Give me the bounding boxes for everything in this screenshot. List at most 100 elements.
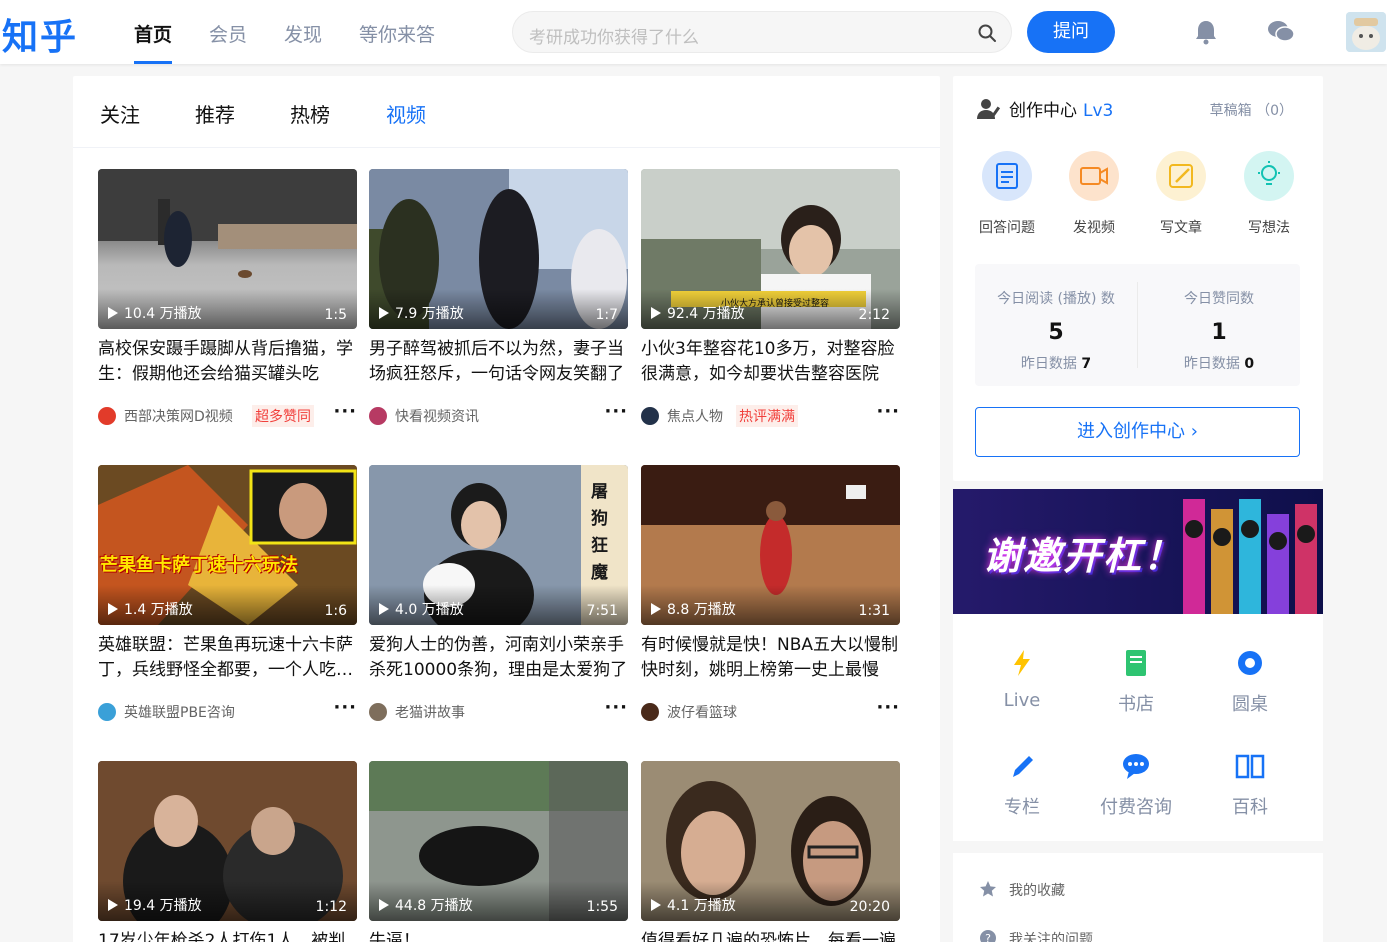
quick-link-bookstore[interactable]: 书店 bbox=[1076, 646, 1196, 716]
star-icon bbox=[980, 881, 996, 897]
search-icon[interactable] bbox=[977, 23, 997, 43]
quick-link-roundtable[interactable]: 圆桌 bbox=[1190, 646, 1310, 716]
link-label: 我关注的问题 bbox=[1009, 932, 1093, 942]
chat-bubble-icon bbox=[1123, 754, 1149, 779]
video-thumbnail[interactable]: 19.4 万播放 1:12 bbox=[98, 761, 357, 921]
more-options-icon[interactable]: ··· bbox=[604, 697, 628, 718]
svg-text:?: ? bbox=[985, 932, 991, 942]
bell-icon[interactable] bbox=[1191, 17, 1221, 47]
messages-icon[interactable] bbox=[1266, 17, 1296, 47]
author-name[interactable]: 英雄联盟PBE咨询 bbox=[124, 702, 235, 722]
enter-creator-center-button[interactable]: 进入创作中心 › bbox=[975, 407, 1300, 457]
nav-discover[interactable]: 发现 bbox=[284, 20, 322, 64]
top-header: 知乎 首页 会员 发现 等你来答 考研成功你获得了什么 提问 bbox=[0, 0, 1387, 64]
quick-link-paid-consult[interactable]: 付费咨询 bbox=[1076, 749, 1196, 819]
nav-home[interactable]: 首页 bbox=[134, 20, 173, 64]
more-options-icon[interactable]: ··· bbox=[876, 697, 900, 718]
video-title[interactable]: 小伙3年整容花10多万，对整容脸很满意，如今却要状告整容医院 bbox=[641, 337, 900, 387]
quick-link-column[interactable]: 专栏 bbox=[962, 749, 1082, 819]
book-icon bbox=[1126, 650, 1146, 676]
video-duration: 2:12 bbox=[858, 307, 890, 323]
more-options-icon[interactable]: ··· bbox=[604, 401, 628, 422]
video-thumbnail[interactable]: 7.9 万播放 1:7 bbox=[369, 169, 628, 329]
video-thumbnail[interactable]: 芒果鱼卡萨丁速十六玩法 1.4 万播放 1:6 bbox=[98, 465, 357, 625]
video-title[interactable]: 高校保安蹑手蹑脚从背后撸猫，学生：假期他还会给猫买罐头吃 bbox=[98, 337, 357, 387]
video-thumbnail[interactable]: 小伙大方承认曾接受过整容 92.4 万播放 2:12 bbox=[641, 169, 900, 329]
video-title[interactable]: 17岁少年枪杀2人打伤1人，被判终身监禁 bbox=[98, 929, 357, 942]
stat-today-reads[interactable]: 今日阅读 (播放) 数 5 昨日数据 7 bbox=[975, 288, 1137, 373]
tab-hot[interactable]: 热榜 bbox=[290, 99, 330, 128]
tab-recommend[interactable]: 推荐 bbox=[195, 99, 235, 128]
author-name[interactable]: 焦点人物 bbox=[667, 406, 723, 426]
search-input[interactable]: 考研成功你获得了什么 bbox=[529, 23, 699, 48]
author-name[interactable]: 老猫讲故事 bbox=[395, 702, 465, 722]
play-count: 44.8 万播放 bbox=[395, 898, 473, 914]
more-options-icon[interactable]: ··· bbox=[876, 401, 900, 422]
drafts-link[interactable]: 草稿箱 （0） bbox=[1210, 100, 1293, 120]
tab-follow[interactable]: 关注 bbox=[100, 99, 140, 128]
video-thumbnail[interactable]: 10.4 万播放 1:5 bbox=[98, 169, 357, 329]
author-avatar[interactable] bbox=[641, 407, 659, 425]
author-name[interactable]: 波仔看篮球 bbox=[667, 702, 737, 722]
play-icon bbox=[379, 307, 389, 319]
more-options-icon[interactable]: ··· bbox=[333, 697, 357, 718]
tool-answer[interactable]: 回答问题 bbox=[977, 151, 1037, 237]
feed-card: 关注 推荐 热榜 视频 10.4 万播放 1:5 高校保安蹑手蹑脚从背后撸猫，学… bbox=[73, 76, 940, 942]
question-icon: ? bbox=[980, 930, 996, 942]
my-favorites-link[interactable]: 我的收藏 bbox=[979, 880, 1065, 900]
pen-icon bbox=[1013, 756, 1033, 777]
author-name[interactable]: 快看视频资讯 bbox=[395, 406, 479, 426]
video-duration: 1:31 bbox=[858, 603, 890, 619]
video-title[interactable]: 英雄联盟：芒果鱼再玩速十六卡萨丁，兵线野怪全都要，一个人吃光经济 bbox=[98, 633, 357, 683]
zhihu-logo[interactable]: 知乎 bbox=[2, 8, 78, 60]
quick-link-wiki[interactable]: 百科 bbox=[1190, 749, 1310, 819]
play-icon bbox=[651, 899, 661, 911]
author-avatar[interactable] bbox=[98, 703, 116, 721]
video-title[interactable]: 牛逼！ bbox=[369, 929, 628, 942]
edit-icon bbox=[1169, 164, 1193, 188]
video-thumbnail[interactable]: 4.1 万播放 20:20 bbox=[641, 761, 900, 921]
play-count: 10.4 万播放 bbox=[124, 306, 202, 322]
feed-tabs: 关注 推荐 热榜 视频 bbox=[73, 76, 940, 148]
roundtable-icon bbox=[1238, 651, 1262, 675]
tool-label: 发视频 bbox=[1073, 220, 1115, 236]
my-followed-questions-link[interactable]: ? 我关注的问题 bbox=[979, 929, 1093, 942]
video-title[interactable]: 值得看好几遍的恐怖片，每看一遍都有新发现 bbox=[641, 929, 900, 942]
play-count: 8.8 万播放 bbox=[667, 602, 736, 618]
play-count: 19.4 万播放 bbox=[124, 898, 202, 914]
video-title[interactable]: 有时候慢就是快！NBA五大以慢制快时刻，姚明上榜第一史上最慢 bbox=[641, 633, 900, 683]
creator-center-title[interactable]: 创作中心 Lv3 bbox=[977, 96, 1113, 121]
tab-video[interactable]: 视频 bbox=[386, 99, 426, 128]
nav-waiting-answers[interactable]: 等你来答 bbox=[359, 20, 435, 64]
author-avatar[interactable] bbox=[369, 407, 387, 425]
stat-today-likes[interactable]: 今日赞同数 1 昨日数据 0 bbox=[1138, 288, 1300, 373]
author-avatar[interactable] bbox=[98, 407, 116, 425]
stat-label: 今日阅读 (播放) 数 bbox=[997, 291, 1115, 307]
video-title[interactable]: 男子醉驾被抓后不以为然，妻子当场疯狂怒斥，一句话令网友笑翻了 bbox=[369, 337, 628, 387]
user-avatar[interactable] bbox=[1346, 12, 1386, 52]
stat-value: 1 bbox=[1211, 320, 1227, 345]
author-row: 快看视频资讯 ··· bbox=[369, 401, 628, 426]
video-title[interactable]: 爱狗人士的伪善，河南刘小荣亲手杀死10000条狗，理由是太爱狗了 bbox=[369, 633, 628, 683]
video-camera-icon bbox=[1080, 167, 1108, 185]
status-badge: 超多赞同 bbox=[252, 405, 314, 427]
nav-vip[interactable]: 会员 bbox=[209, 20, 247, 64]
author-row: 英雄联盟PBE咨询 ··· bbox=[98, 697, 357, 722]
tool-video[interactable]: 发视频 bbox=[1064, 151, 1124, 237]
video-duration: 20:20 bbox=[849, 899, 890, 915]
ask-button[interactable]: 提问 bbox=[1027, 11, 1115, 53]
search-box[interactable]: 考研成功你获得了什么 bbox=[512, 11, 1012, 53]
video-thumbnail[interactable]: 屠狗狂魔 4.0 万播放 7:51 bbox=[369, 465, 628, 625]
tool-idea[interactable]: 写想法 bbox=[1239, 151, 1299, 237]
promo-banner[interactable]: 谢邀开杠！ bbox=[953, 489, 1323, 614]
quick-link-live[interactable]: Live bbox=[962, 646, 1082, 711]
more-options-icon[interactable]: ··· bbox=[333, 401, 357, 422]
video-thumbnail[interactable]: 8.8 万播放 1:31 bbox=[641, 465, 900, 625]
author-avatar[interactable] bbox=[369, 703, 387, 721]
creator-level: Lv3 bbox=[1083, 101, 1114, 121]
author-avatar[interactable] bbox=[641, 703, 659, 721]
video-thumbnail[interactable]: 44.8 万播放 1:55 bbox=[369, 761, 628, 921]
author-name[interactable]: 西部决策网D视频 bbox=[124, 406, 233, 426]
play-count: 4.1 万播放 bbox=[667, 898, 736, 914]
tool-article[interactable]: 写文章 bbox=[1151, 151, 1211, 237]
